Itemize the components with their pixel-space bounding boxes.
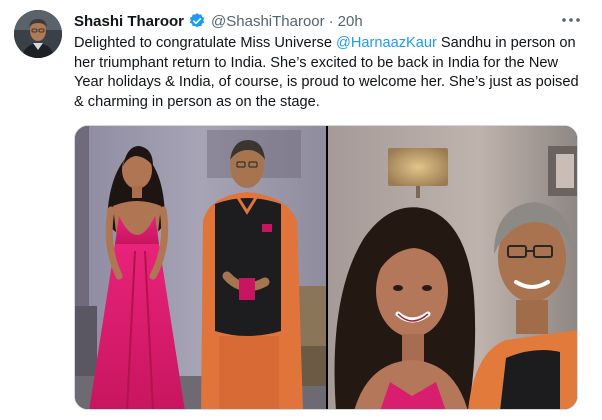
tweet-text-part1: Delighted to congratulate Miss Universe bbox=[74, 35, 337, 51]
mention-link[interactable]: @HarnaazKaur bbox=[336, 35, 437, 51]
media-photo-2[interactable] bbox=[328, 126, 577, 409]
header-separator: · bbox=[328, 12, 334, 30]
more-options-button[interactable] bbox=[560, 10, 582, 30]
tweet-text: Delighted to congratulate Miss Universe … bbox=[74, 34, 584, 112]
avatar-image bbox=[14, 10, 62, 58]
more-options-icon bbox=[562, 18, 580, 22]
tweet[interactable]: Shashi Tharoor @ShashiTharoor · 20h Deli… bbox=[0, 0, 602, 420]
media-photo-1[interactable] bbox=[75, 126, 326, 409]
tweet-media-grid bbox=[74, 125, 578, 410]
tweet-header: Shashi Tharoor @ShashiTharoor · 20h bbox=[74, 11, 363, 31]
author-avatar[interactable] bbox=[14, 10, 62, 58]
verified-badge-icon bbox=[188, 12, 206, 30]
tweet-timestamp[interactable]: 20h bbox=[338, 13, 363, 30]
author-display-name[interactable]: Shashi Tharoor bbox=[74, 13, 184, 30]
author-handle[interactable]: @ShashiTharoor bbox=[211, 13, 325, 30]
